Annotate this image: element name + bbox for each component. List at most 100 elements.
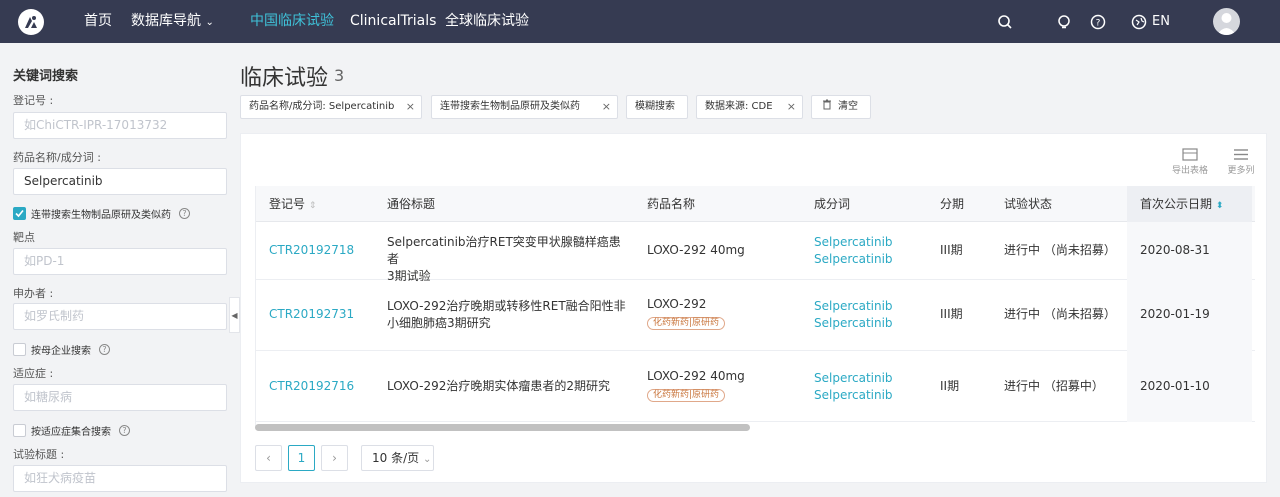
reg-label: 登记号 :: [13, 94, 54, 107]
export-table-button[interactable]: 导出表格: [1170, 148, 1210, 176]
ingredient-name: Selpercatinib: [814, 252, 893, 266]
filter-chip-fuzzy[interactable]: 模糊搜索: [626, 95, 688, 119]
bio-similar-label: 连带搜索生物制品原研及类似药: [31, 210, 171, 221]
logo-icon[interactable]: [18, 9, 44, 35]
close-icon[interactable]: ×: [602, 96, 611, 118]
horizontal-scrollbar[interactable]: [255, 424, 750, 431]
page-1-button[interactable]: 1: [288, 445, 315, 471]
sponsor-input[interactable]: 如罗氏制药: [13, 303, 227, 330]
col-label: 登记号: [269, 197, 306, 211]
ingredient-link[interactable]: Selpercatinib Selpercatinib: [814, 234, 893, 268]
sort-icon[interactable]: ⇕: [309, 201, 317, 211]
reg-number-link[interactable]: CTR20192731: [269, 306, 354, 323]
close-icon[interactable]: ×: [787, 96, 796, 118]
clear-label: 清空: [838, 101, 858, 112]
col-ingredient: 成分词: [814, 197, 851, 211]
help-icon[interactable]: ?: [179, 208, 190, 219]
trash-icon: [823, 99, 831, 110]
target-label: 靶点: [13, 231, 35, 244]
sort-desc-icon[interactable]: ⬍: [1216, 201, 1224, 211]
chevron-down-icon: ⌄: [205, 17, 214, 28]
indication-set-label: 按适应症集合搜索: [31, 427, 111, 438]
reg-number-link[interactable]: CTR20192716: [269, 378, 354, 395]
globe-icon: [1131, 14, 1147, 29]
drug-type-tag: 化药新药|原研药: [647, 317, 726, 330]
trial-title-label: 试验标题 :: [13, 448, 65, 461]
nav-global-trials[interactable]: 全球临床试验: [445, 0, 529, 43]
trial-title[interactable]: LOXO-292治疗晚期实体瘤患者的2期研究: [387, 378, 632, 395]
next-page-button[interactable]: ›: [321, 445, 348, 471]
result-count: 3: [334, 66, 345, 85]
nav-database-label: 数据库导航: [131, 13, 201, 29]
table-row: CTR20192718 Selpercatinib治疗RET突变甲状腺髓样癌患者…: [256, 222, 1255, 283]
close-icon[interactable]: ×: [406, 96, 415, 118]
top-navbar: 首页 数据库导航 ⌄ 中国临床试验 ClinicalTrials 全球临床试验 …: [0, 0, 1280, 43]
help-icon[interactable]: ?: [119, 425, 130, 436]
drug-cell: LOXO-292 化药新药|原研药: [647, 296, 726, 330]
ingredient-name: Selpercatinib: [814, 316, 893, 330]
drug-cell: LOXO-292 40mg 化药新药|原研药: [647, 368, 745, 402]
nav-database[interactable]: 数据库导航 ⌄: [131, 0, 214, 43]
checkbox-icon: [13, 343, 26, 356]
trial-status: 进行中 （招募中）: [1004, 379, 1104, 393]
reg-number-input[interactable]: 如ChiCTR-IPR-17013732: [13, 112, 227, 139]
trial-status: 进行中 （尚未招募）: [1004, 307, 1116, 321]
drug-name: LOXO-292: [647, 297, 707, 311]
lightbulb-icon[interactable]: [1056, 0, 1072, 43]
col-drug: 药品名称: [647, 197, 696, 211]
parent-company-checkbox[interactable]: 按母企业搜索 ?: [13, 342, 110, 357]
filter-chip-drug: 药品名称/成分词: Selpercatinib ×: [240, 95, 422, 119]
publish-date: 2020-01-10: [1140, 379, 1210, 393]
trial-title-line: Selpercatinib治疗RET突变甲状腺髓样癌患者: [387, 235, 621, 266]
trial-title-input[interactable]: 如狂犬病疫苗: [13, 465, 227, 492]
trial-title-line: LOXO-292治疗晚期或转移性RET融合阳性非: [387, 299, 626, 313]
target-input[interactable]: 如PD-1: [13, 248, 227, 275]
drug-name: LOXO-292 40mg: [647, 369, 745, 383]
search-sidebar: 关键词搜索 登记号 : 如ChiCTR-IPR-17013732 药品名称/成分…: [0, 43, 232, 497]
collapse-sidebar-button[interactable]: ◀: [229, 297, 240, 333]
filter-chip-label: 连带搜索生物制品原研及类似药: [440, 101, 580, 112]
nav-home[interactable]: 首页: [84, 0, 112, 43]
drug-name-input[interactable]: Selpercatinib: [13, 168, 227, 195]
phase: III期: [940, 243, 963, 257]
indication-label: 适应症 :: [13, 367, 54, 380]
clear-filters-button[interactable]: 清空: [811, 95, 871, 119]
col-phase: 分期: [940, 197, 965, 211]
language-label: EN: [1152, 14, 1170, 29]
trial-title-line: LOXO-292治疗晚期实体瘤患者的2期研究: [387, 379, 611, 393]
ingredient-name: Selpercatinib: [814, 235, 893, 249]
search-icon[interactable]: [997, 0, 1013, 43]
trial-title[interactable]: LOXO-292治疗晚期或转移性RET融合阳性非 小细胞肺癌3期研究: [387, 298, 632, 332]
page-size-select[interactable]: 10 条/页 ⌄: [361, 445, 434, 471]
bio-similar-checkbox[interactable]: 连带搜索生物制品原研及类似药 ?: [13, 206, 190, 221]
nav-china-trials[interactable]: 中国临床试验: [250, 0, 334, 43]
help-icon[interactable]: ?: [99, 344, 110, 355]
help-icon[interactable]: ?: [1090, 0, 1106, 43]
nav-clinicaltrials[interactable]: ClinicalTrials: [350, 0, 436, 43]
trial-status: 进行中 （尚未招募）: [1004, 243, 1116, 257]
language-switch[interactable]: EN: [1131, 0, 1170, 43]
indication-set-checkbox[interactable]: 按适应症集合搜索 ?: [13, 423, 130, 438]
phase: II期: [940, 379, 960, 393]
col-reg-number[interactable]: 登记号 ⇕: [269, 186, 316, 222]
publish-date: 2020-01-19: [1140, 307, 1210, 321]
ingredient-link[interactable]: Selpercatinib Selpercatinib: [814, 298, 893, 332]
checkbox-checked-icon: [13, 207, 26, 220]
indication-input[interactable]: 如糖尿病: [13, 384, 227, 411]
table-icon: [1182, 148, 1198, 161]
col-status: 试验状态: [1004, 197, 1053, 211]
filter-chip-label: 模糊搜索: [635, 101, 675, 112]
checkbox-icon: [13, 424, 26, 437]
export-label: 导出表格: [1171, 166, 1208, 176]
col-first-publish-date[interactable]: 首次公示日期 ⬍: [1127, 186, 1252, 222]
avatar[interactable]: [1213, 8, 1240, 35]
parent-company-label: 按母企业搜索: [31, 346, 91, 357]
more-columns-button[interactable]: 更多列: [1221, 148, 1261, 176]
filter-chip-label: 药品名称/成分词: Selpercatinib: [249, 101, 395, 112]
reg-number-link[interactable]: CTR20192718: [269, 242, 354, 259]
trial-title[interactable]: Selpercatinib治疗RET突变甲状腺髓样癌患者 3期试验: [387, 234, 632, 285]
ingredient-link[interactable]: Selpercatinib Selpercatinib: [814, 370, 893, 404]
col-title: 通俗标题: [387, 197, 436, 211]
chevron-down-icon: ⌄: [422, 454, 432, 465]
prev-page-button[interactable]: ‹: [255, 445, 282, 471]
